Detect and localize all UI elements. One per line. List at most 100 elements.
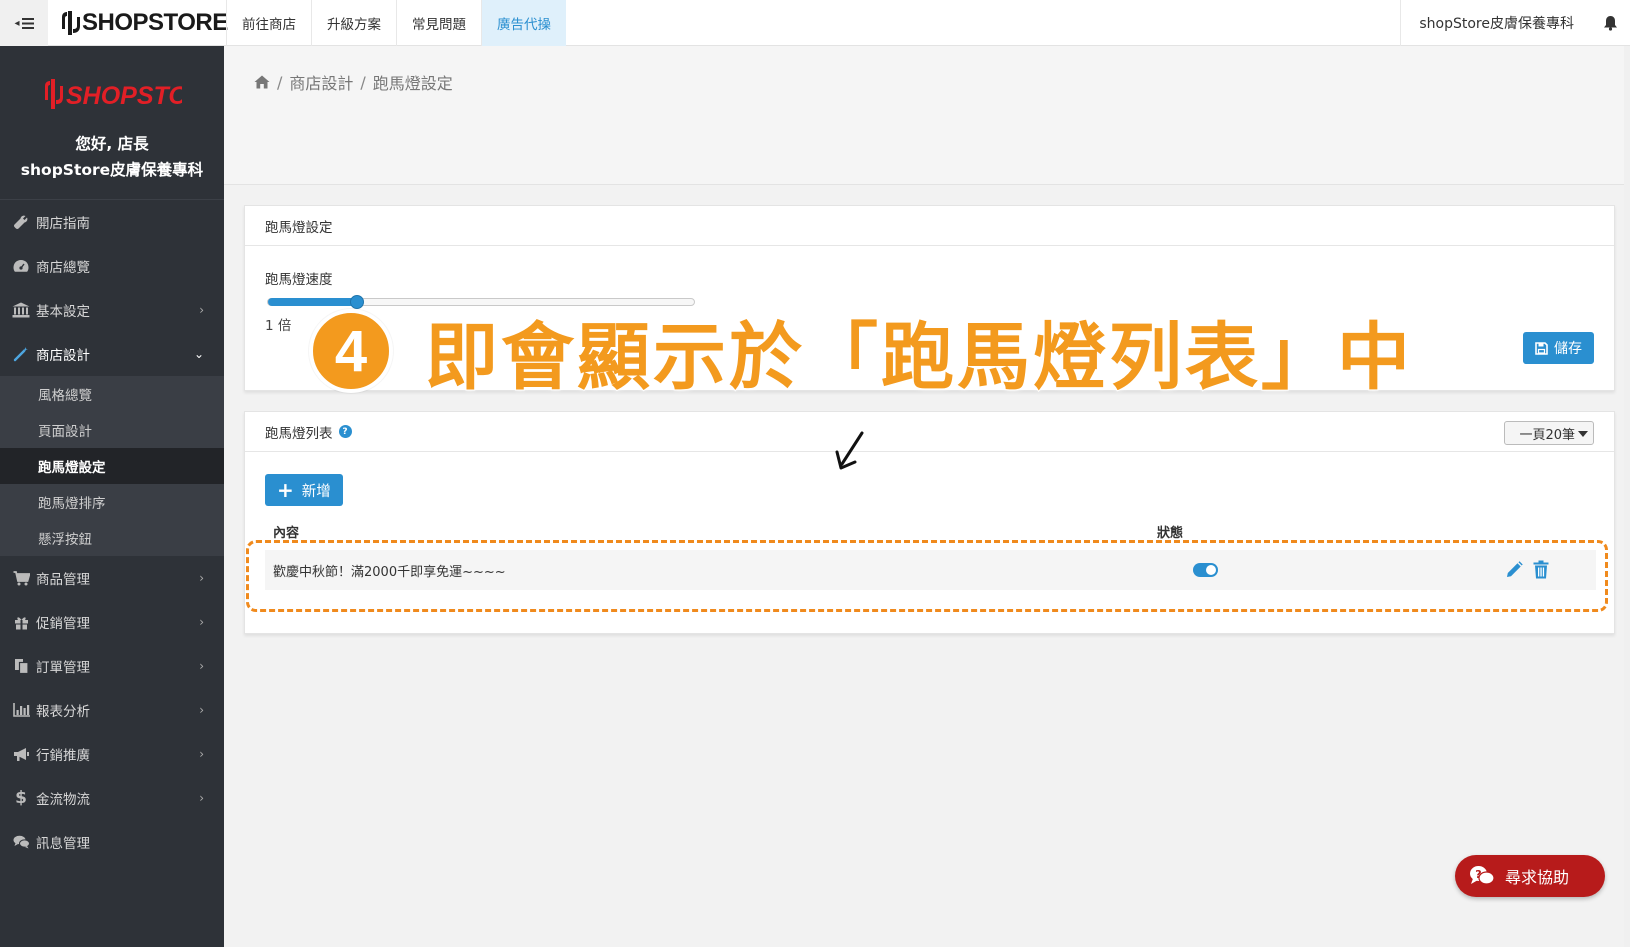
sidebar-item-label: 商店設計 (36, 348, 90, 364)
wrench-icon (12, 213, 30, 231)
gift-icon (12, 613, 30, 631)
sidebar-item-setup-guide[interactable]: 開店指南 (0, 200, 224, 244)
step-annotation-text: 即會顯示於「跑馬燈列表」中 (424, 314, 1413, 401)
bell-icon (1603, 16, 1617, 31)
cart-icon (12, 569, 30, 587)
add-button[interactable]: + 新增 (265, 474, 343, 506)
store-name-menu[interactable]: shopStore皮膚保養專科 (1400, 0, 1590, 46)
caret-down-icon (1578, 431, 1588, 437)
breadcrumb-store-design[interactable]: 商店設計 (289, 70, 353, 94)
page-header: / 商店設計 / 跑馬燈設定 (224, 46, 1630, 185)
step-number-badge: 4 (309, 309, 393, 393)
speed-label: 跑馬燈速度 (265, 272, 333, 288)
dashboard-icon (12, 257, 30, 275)
chevron-right-icon: › (199, 703, 204, 717)
breadcrumb-separator: / (360, 72, 366, 92)
panel-header: 跑馬燈列表 ? 一頁20筆 (245, 412, 1614, 452)
sidebar-logo: SHOPSTORE (0, 46, 224, 115)
bar-chart-icon (12, 701, 30, 719)
top-nav: 前往商店 升級方案 常見問題 廣告代操 (226, 0, 566, 46)
sidebar-subitem-marquee-order[interactable]: 跑馬燈排序 (0, 484, 224, 520)
sidebar-subitem-page-design[interactable]: 頁面設計 (0, 412, 224, 448)
breadcrumb-marquee-settings: 跑馬燈設定 (372, 74, 453, 93)
sidebar-item-messages[interactable]: 訊息管理 (0, 820, 224, 864)
chevron-right-icon: › (199, 659, 204, 673)
panel-title: 跑馬燈設定 (245, 206, 1614, 246)
chevron-down-icon: ⌄ (193, 347, 204, 361)
sidebar-subitem-floating-button[interactable]: 懸浮按鈕 (0, 520, 224, 556)
sidebar-item-label: 金流物流 (36, 792, 90, 808)
nav-upgrade-plan[interactable]: 升級方案 (311, 0, 396, 46)
sidebar-item-reports[interactable]: 報表分析 › (0, 688, 224, 732)
home-icon[interactable] (254, 75, 270, 89)
sidebar-item-label: 行銷推廣 (36, 748, 90, 764)
per-page-select[interactable]: 一頁20筆 (1504, 421, 1594, 445)
chevron-right-icon: › (199, 303, 204, 317)
sidebar-item-label: 訊息管理 (36, 836, 90, 852)
nav-ad-service[interactable]: 廣告代操 (481, 0, 566, 46)
sidebar-logo-text: SHOPSTORE (66, 82, 182, 110)
sidebar-subitem-marquee-settings[interactable]: 跑馬燈設定 (0, 448, 224, 484)
sidebar-item-basic-settings[interactable]: 基本設定 › (0, 288, 224, 332)
dollar-icon: $ (15, 788, 27, 808)
menu-icon: ◂ (14, 17, 20, 29)
arrow-annotation-icon (835, 431, 864, 470)
sidebar-item-label: 基本設定 (36, 304, 90, 320)
chevron-right-icon: › (199, 747, 204, 761)
chat-question-icon: ? (1470, 866, 1495, 885)
shopstore-logo-red: SHOPSTORE (45, 79, 182, 110)
sidebar-item-label: 促銷管理 (36, 616, 90, 632)
sidebar-item-label: 商店總覽 (36, 260, 90, 276)
question-circle-icon[interactable]: ? (338, 425, 352, 438)
help-label: 尋求協助 (1505, 868, 1570, 887)
comments-icon (12, 833, 30, 851)
sidebar-subitem-style-overview[interactable]: 風格總覽 (0, 376, 224, 412)
top-logo[interactable]: SHOPSTORE (60, 8, 228, 38)
magic-wand-icon (12, 345, 30, 363)
breadcrumb-separator: / (277, 72, 283, 92)
sidebar-item-store-design[interactable]: 商店設計 ⌄ (0, 332, 224, 376)
sidebar-item-label: 報表分析 (36, 704, 90, 720)
sidebar: SHOPSTORE 您好, 店長 shopStore皮膚保養專科 開店指南 商店… (0, 46, 224, 947)
highlight-annotation-box (246, 540, 1608, 612)
save-icon (1535, 341, 1548, 355)
greeting-text: 您好, 店長 (75, 135, 149, 153)
sidebar-item-order-management[interactable]: 訂單管理 › (0, 644, 224, 688)
save-label: 儲存 (1554, 341, 1582, 357)
svg-text:?: ? (1475, 868, 1481, 881)
bullhorn-icon (12, 745, 30, 763)
sidebar-item-label: 商品管理 (36, 572, 90, 588)
plus-icon: + (277, 478, 294, 502)
top-logo-text: SHOPSTORE (82, 9, 228, 36)
column-header-status: 狀態 (1157, 526, 1184, 541)
sidebar-item-marketing[interactable]: 行銷推廣 › (0, 732, 224, 776)
panel-title: 跑馬燈列表 (265, 425, 333, 442)
sidebar-item-promotions[interactable]: 促銷管理 › (0, 600, 224, 644)
sidebar-item-label: 開店指南 (36, 216, 90, 232)
greeting-store-name: shopStore皮膚保養專科 (20, 161, 204, 179)
sidebar-item-product-management[interactable]: 商品管理 › (0, 556, 224, 600)
nav-faq[interactable]: 常見問題 (396, 0, 481, 46)
sidebar-item-payment-logistics[interactable]: $ 金流物流 › (0, 776, 224, 820)
nav-go-store[interactable]: 前往商店 (226, 0, 311, 46)
hamburger-icon (21, 17, 34, 29)
chevron-right-icon: › (199, 571, 204, 585)
per-page-value: 一頁20筆 (1519, 427, 1575, 443)
notification-button[interactable] (1590, 0, 1630, 46)
shopstore-logo-icon (62, 11, 80, 35)
sidebar-item-store-overview[interactable]: 商店總覽 (0, 244, 224, 288)
copy-icon (12, 657, 30, 675)
page-scrollbar[interactable] (1624, 46, 1630, 947)
sidebar-greeting: 您好, 店長 shopStore皮膚保養專科 (0, 131, 224, 183)
add-label: 新增 (301, 483, 331, 500)
breadcrumb: / 商店設計 / 跑馬燈設定 (254, 70, 453, 94)
save-button[interactable]: 儲存 (1523, 332, 1594, 364)
step-annotation: 4 即會顯示於「跑馬燈列表」中 (309, 303, 1413, 401)
sidebar-item-label: 訂單管理 (36, 660, 90, 676)
chevron-right-icon: › (199, 615, 204, 629)
sidebar-menu: 開店指南 商店總覽 基本設定 › 商店設計 ⌄ 風格總覽 頁面設計 跑馬燈設定 … (0, 200, 224, 864)
help-button[interactable]: ? 尋求協助 (1455, 855, 1605, 897)
bank-icon (12, 301, 30, 319)
sidebar-toggle-button[interactable]: ◂ (0, 0, 48, 46)
chevron-right-icon: › (199, 791, 204, 805)
